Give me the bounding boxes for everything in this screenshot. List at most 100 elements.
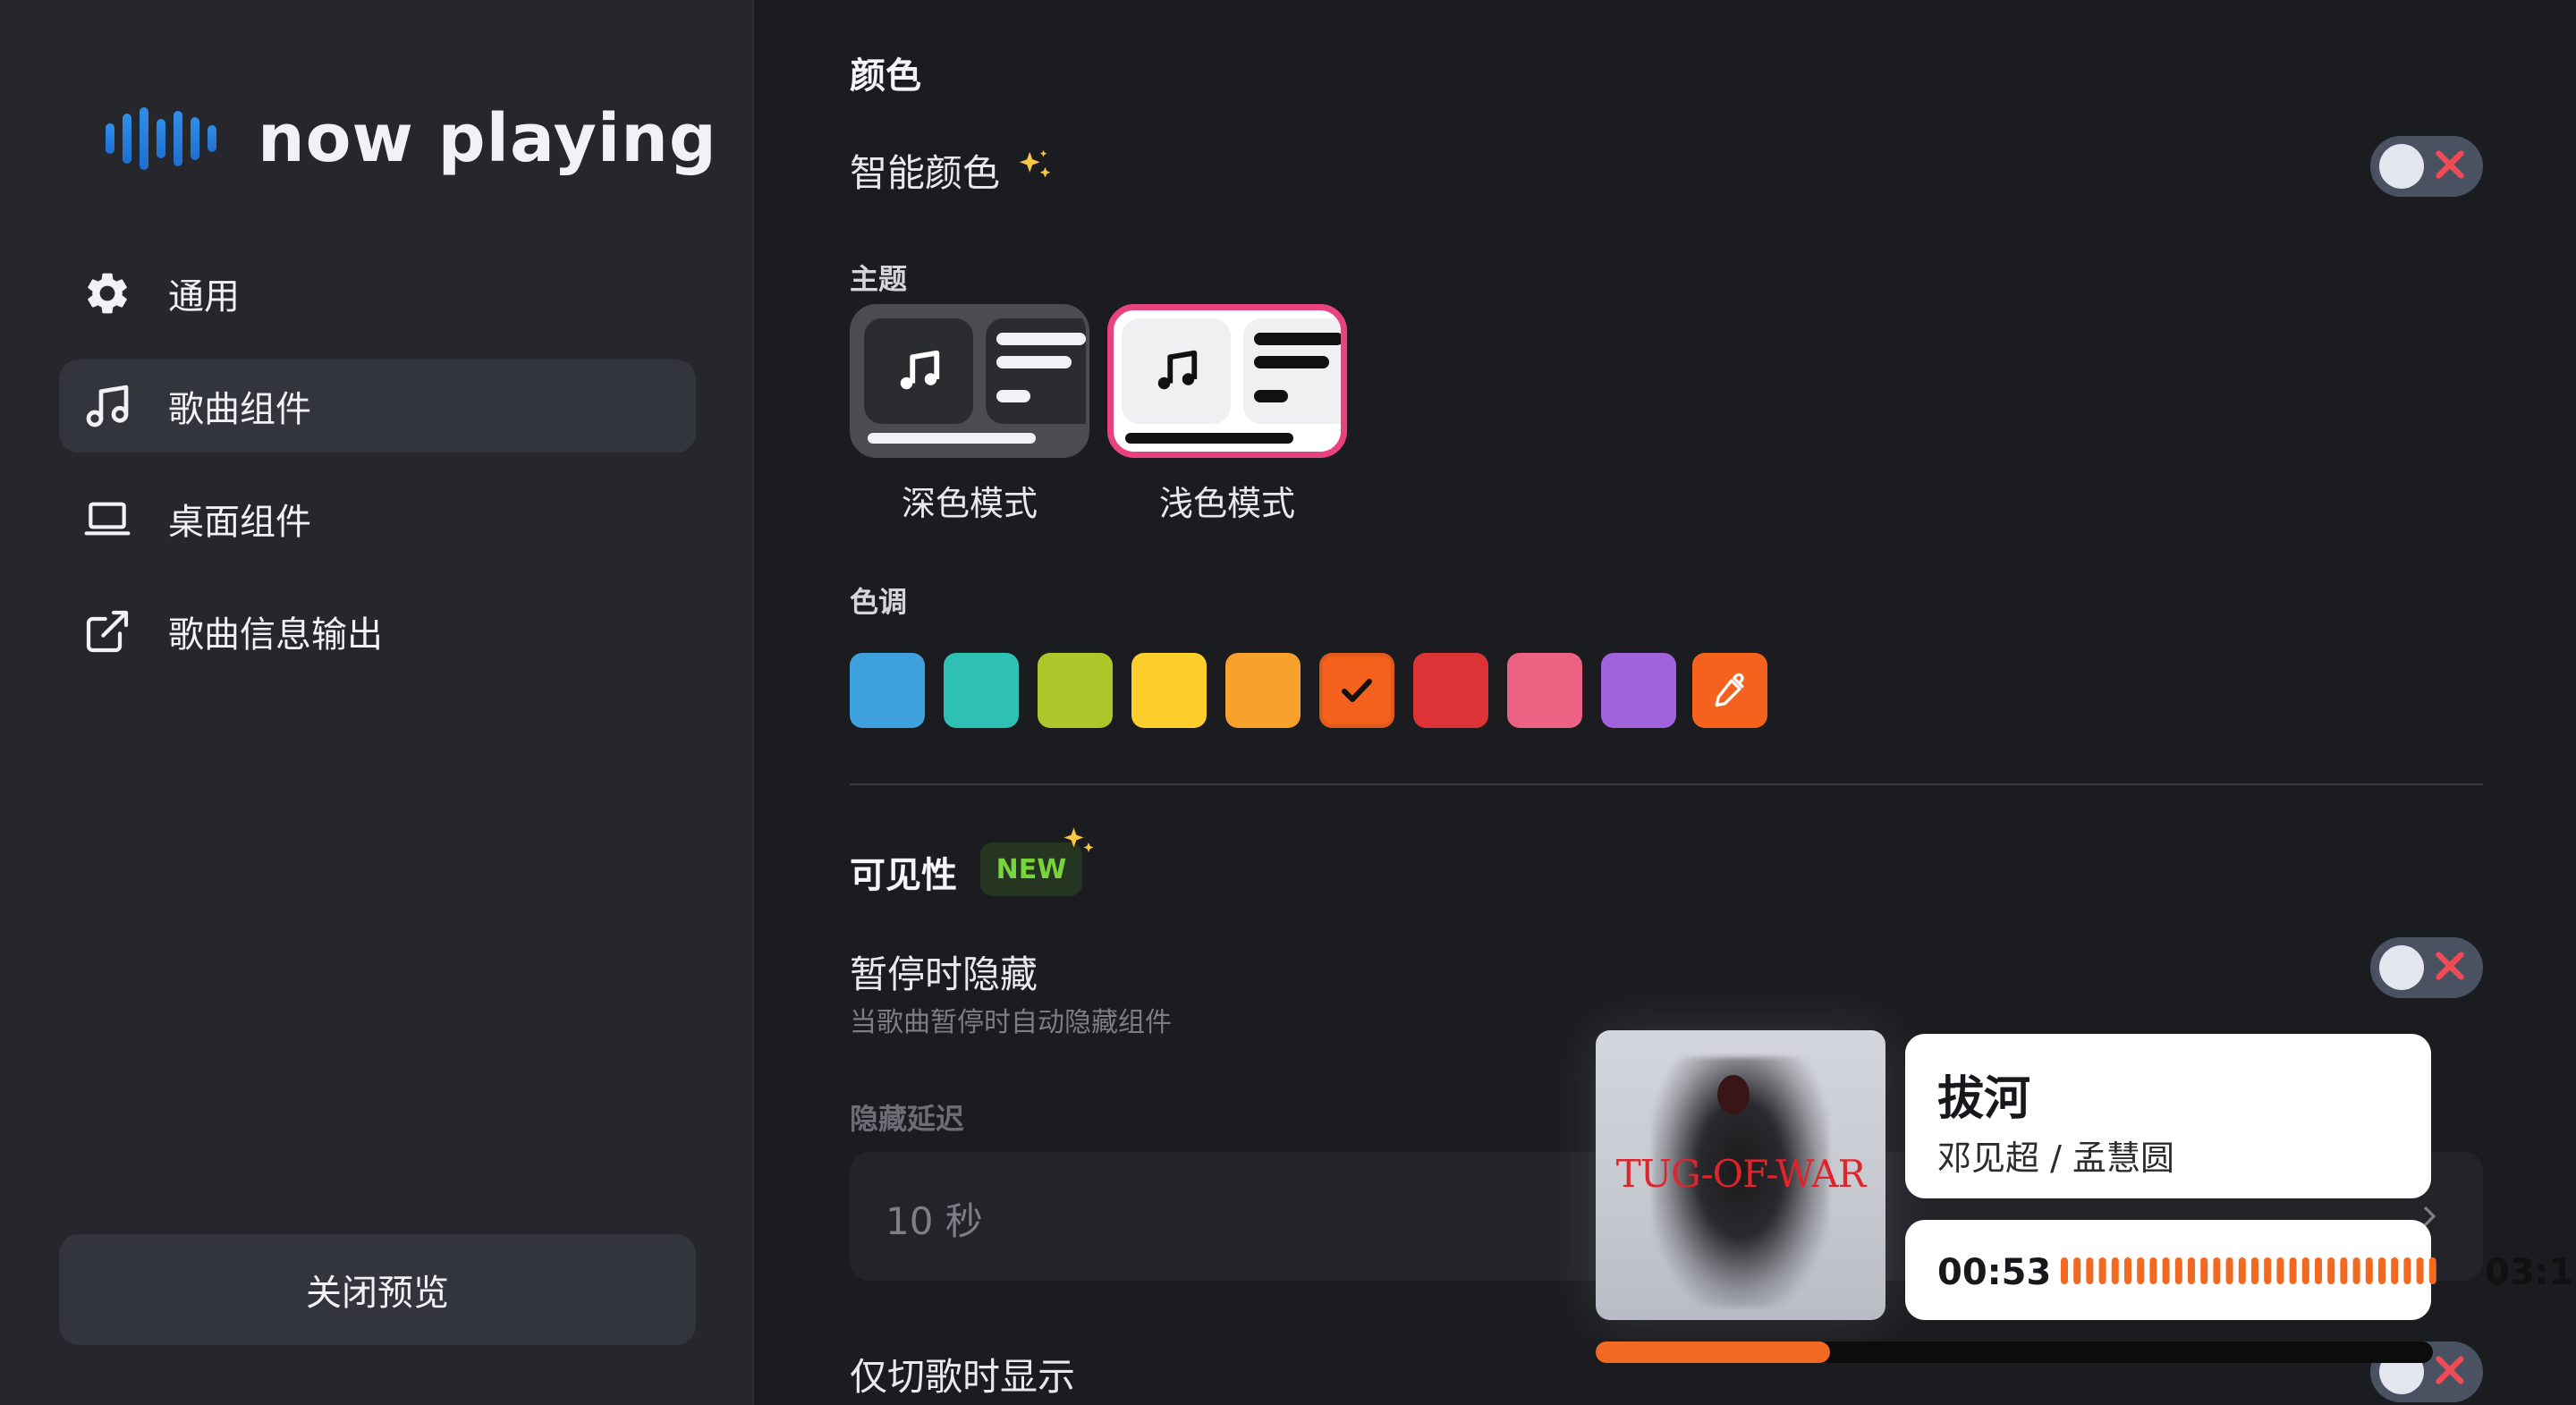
waveform-bar <box>2365 1257 2373 1284</box>
music-note-icon <box>1157 350 1198 390</box>
sidebar-item-desktop-widget[interactable]: 桌面组件 <box>59 472 696 565</box>
waveform-bar <box>2428 1257 2436 1284</box>
toggle-knob <box>2379 945 2424 990</box>
eyedropper-icon <box>1715 673 1744 707</box>
song-artist: 邓见超 / 孟慧圆 <box>1937 1138 2174 1178</box>
waveform-bar <box>2086 1257 2094 1284</box>
waveform-bar <box>2264 1257 2272 1284</box>
close-icon <box>2436 952 2464 980</box>
theme-option-label: 深色模式 <box>901 484 1038 523</box>
waveform-bar <box>2416 1257 2424 1284</box>
waveform-bar <box>2327 1257 2335 1284</box>
waveform-bar <box>2162 1257 2170 1284</box>
color-swatch[interactable] <box>1319 653 1394 728</box>
total-time: 03:19 <box>2485 1252 2576 1293</box>
close-preview-button[interactable]: 关闭预览 <box>59 1234 696 1345</box>
waveform-bar <box>2391 1257 2399 1284</box>
sidebar-item-label: 歌曲组件 <box>168 389 311 430</box>
color-swatch[interactable] <box>1131 653 1207 728</box>
sidebar-item-label: 歌曲信息输出 <box>168 614 383 656</box>
waveform-bar <box>2188 1257 2195 1284</box>
album-cover: TUG-OF-WAR <box>1596 1030 1885 1320</box>
waveform-bar <box>2251 1257 2258 1284</box>
waveform-bar <box>2378 1257 2385 1284</box>
sidebar-item-song-widget[interactable]: 歌曲组件 <box>59 360 696 453</box>
app-logo: now playing <box>106 100 717 177</box>
waveform-bars <box>2061 1257 2436 1284</box>
waveform-bar <box>2340 1257 2348 1284</box>
hide-delay-value: 10 秒 <box>886 1199 983 1243</box>
smart-color-label: 智能颜色 <box>850 151 1001 195</box>
theme-option-label: 浅色模式 <box>1158 484 1295 523</box>
tone-label: 色调 <box>850 585 908 619</box>
section-title-visibility: 可见性 <box>850 855 957 896</box>
text-lines-placeholder <box>1243 318 1341 424</box>
hide-when-paused-desc: 当歌曲暂停时自动隐藏组件 <box>850 1007 1172 1038</box>
progress-fill <box>1596 1342 1831 1363</box>
waveform-bar <box>2276 1257 2284 1284</box>
time-card: 00:53 <box>1905 1220 2436 1320</box>
theme-label: 主题 <box>850 262 908 296</box>
sparkles-icon <box>1014 147 1055 191</box>
external-link-icon <box>82 606 132 656</box>
close-icon <box>2436 150 2464 179</box>
color-swatch[interactable] <box>1413 653 1488 728</box>
gear-icon <box>82 268 132 318</box>
color-swatch[interactable] <box>1038 653 1113 728</box>
sidebar-item-general[interactable]: 通用 <box>59 247 696 340</box>
smart-color-toggle[interactable] <box>2370 136 2483 197</box>
show-on-switch-label: 仅切歌时显示 <box>850 1355 1076 1399</box>
sparkles-icon <box>1059 823 1098 866</box>
progress-line-placeholder <box>1125 433 1293 444</box>
text-lines-placeholder <box>986 318 1086 424</box>
music-note-icon <box>900 350 940 390</box>
waveform-logo-icon <box>106 106 216 171</box>
waveform-bar <box>2174 1257 2182 1284</box>
checkmark-icon <box>1342 679 1372 702</box>
waveform-bar <box>2301 1257 2309 1284</box>
waveform-bar <box>2061 1257 2068 1284</box>
color-swatch[interactable] <box>1601 653 1676 728</box>
hide-when-paused-label: 暂停时隐藏 <box>850 952 1038 996</box>
sidebar-item-label: 桌面组件 <box>168 502 311 543</box>
song-widget-preview: TUG-OF-WAR 拔河 邓见超 / 孟慧圆 00:53 03:19 <box>1596 1030 2576 1370</box>
sidebar-nav: 通用 歌曲组件 桌面组件 歌曲信息输出 <box>59 247 696 698</box>
color-swatch[interactable] <box>1225 653 1301 728</box>
waveform-bar <box>2098 1257 2106 1284</box>
hide-delay-label: 隐藏延迟 <box>850 1102 965 1136</box>
color-swatch[interactable] <box>944 653 1019 728</box>
current-time: 00:53 <box>1937 1252 2052 1293</box>
waveform-bar <box>2403 1257 2411 1284</box>
toggle-knob <box>2379 144 2424 189</box>
waveform-bar <box>2315 1257 2322 1284</box>
progress-line-placeholder <box>868 433 1036 444</box>
waveform-bar <box>2149 1257 2157 1284</box>
waveform-bar <box>2137 1257 2145 1284</box>
color-swatch[interactable] <box>1507 653 1582 728</box>
app-name: now playing <box>258 100 717 177</box>
song-info-card: 拔河 邓见超 / 孟慧圆 <box>1905 1034 2431 1198</box>
waveform-bar <box>2124 1257 2131 1284</box>
sidebar: now playing 通用 歌曲组件 桌面组件 歌曲信息输出 关闭预览 <box>0 0 754 1405</box>
hide-when-paused-toggle[interactable] <box>2370 937 2483 998</box>
music-note-icon <box>82 381 132 431</box>
section-divider <box>850 783 2483 785</box>
sidebar-item-song-info-output[interactable]: 歌曲信息输出 <box>59 585 696 678</box>
waveform-bar <box>2225 1257 2233 1284</box>
progress-track[interactable] <box>1596 1342 2433 1363</box>
custom-color-button[interactable] <box>1692 653 1767 728</box>
song-title: 拔河 <box>1937 1072 2031 1126</box>
color-swatch[interactable] <box>850 653 925 728</box>
sidebar-item-label: 通用 <box>168 276 240 317</box>
waveform-bar <box>2289 1257 2297 1284</box>
waveform-bar <box>2213 1257 2221 1284</box>
laptop-icon <box>82 494 132 544</box>
waveform-bar <box>2200 1257 2208 1284</box>
theme-preview-dark <box>850 304 1089 458</box>
waveform-bar <box>2352 1257 2360 1284</box>
waveform-bar <box>2238 1257 2246 1284</box>
waveform-bar <box>2073 1257 2081 1284</box>
cover-title-text: TUG-OF-WAR <box>1615 1152 1867 1196</box>
section-title-color: 颜色 <box>850 55 921 97</box>
cover-head <box>1717 1075 1750 1114</box>
